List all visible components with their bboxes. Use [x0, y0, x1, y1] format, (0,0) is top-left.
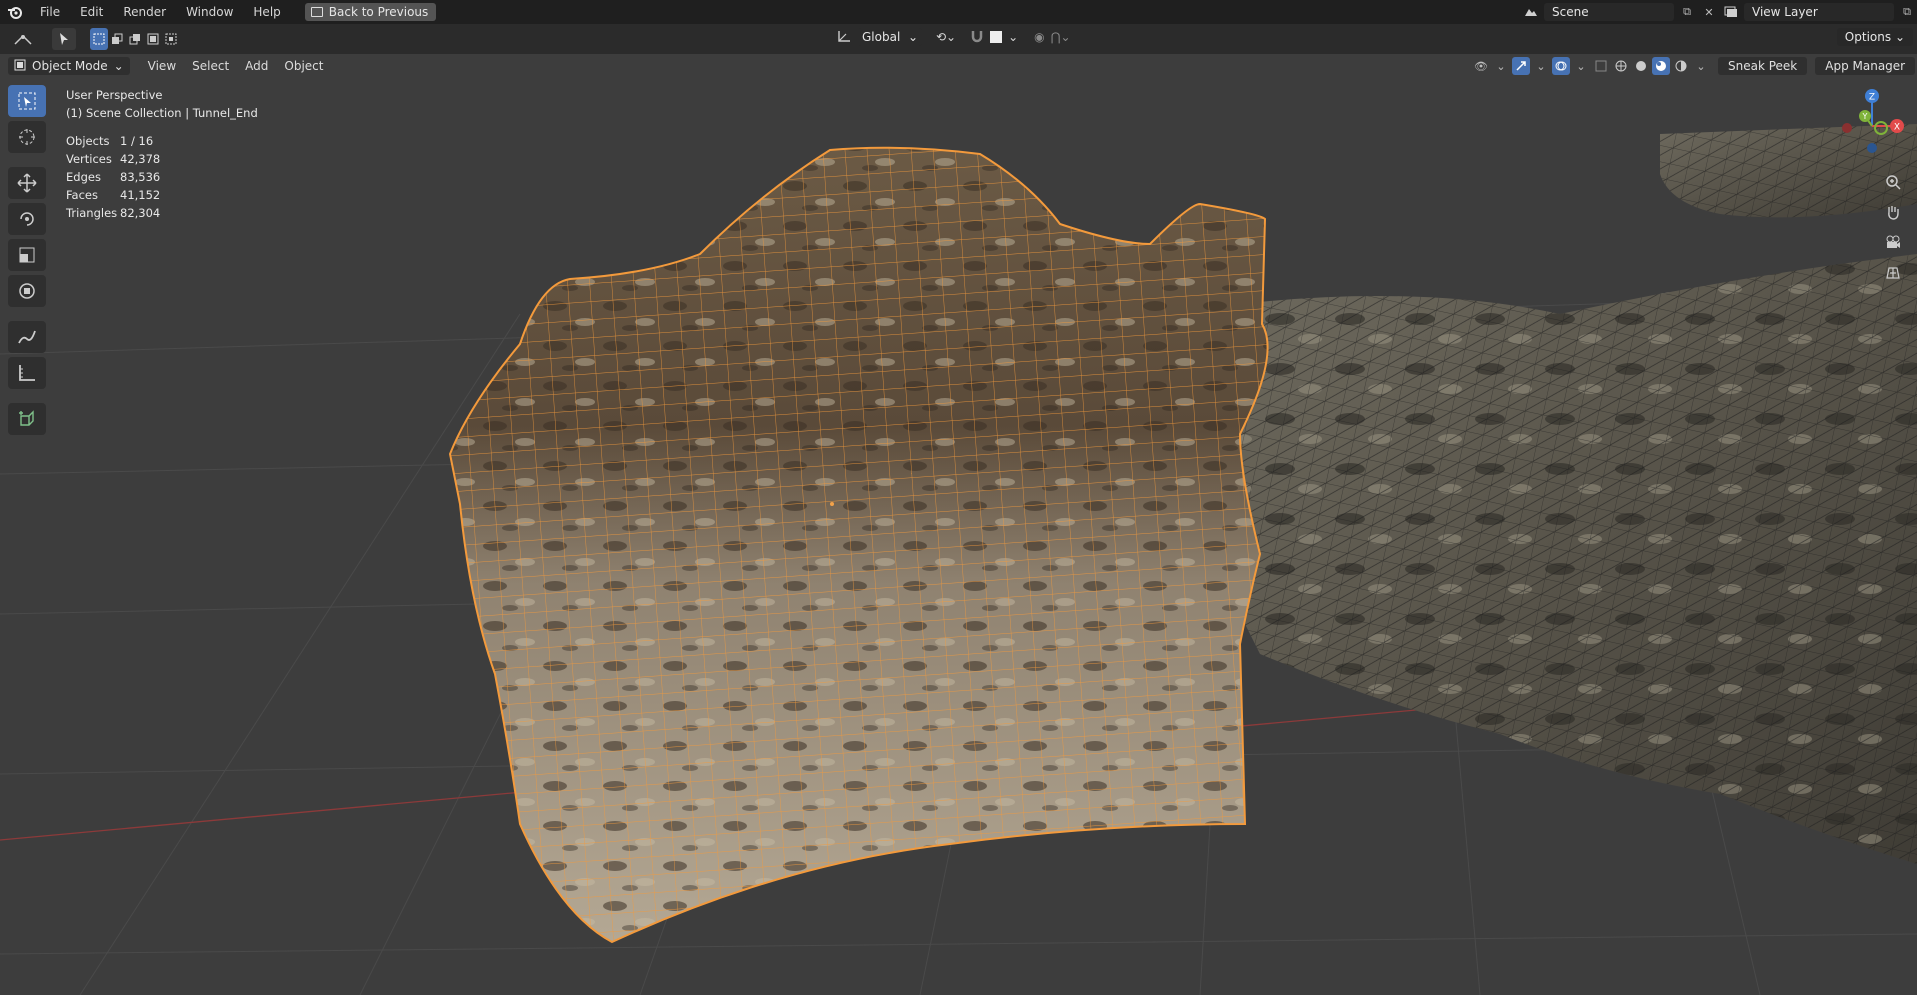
annotate-tool-icon[interactable]: [8, 321, 46, 353]
stat-label: Faces: [66, 188, 98, 202]
transform-tool-icon[interactable]: [8, 275, 46, 307]
add-cube-tool-icon[interactable]: [8, 403, 46, 435]
transform-orientation-group: Global ⌄ ⟲⌄ ⌄ ◉ ⋂⌄: [836, 28, 1071, 46]
cursor-tool-icon[interactable]: [8, 121, 46, 153]
stat-value: 42,378: [120, 152, 161, 166]
visibility-eye-icon[interactable]: 👁: [1472, 57, 1490, 75]
stat-label: Objects: [66, 134, 110, 148]
view-layer-field[interactable]: View Layer: [1744, 3, 1894, 21]
select-box-tool-icon[interactable]: [8, 85, 46, 117]
selected-object-tunnel-end: [448, 146, 1269, 944]
chevron-down-icon: ⌄: [113, 59, 124, 73]
select-mode-subtract-icon[interactable]: [126, 28, 144, 50]
solid-shading-icon[interactable]: [1632, 57, 1650, 75]
editor-type-icon[interactable]: [8, 28, 38, 50]
view-layer-icon[interactable]: [1722, 3, 1740, 21]
falloff-icon[interactable]: ⋂⌄: [1051, 30, 1071, 44]
collection-label: (1) Scene Collection | Tunnel_End: [66, 106, 258, 120]
navigation-gizmo[interactable]: Z X Y: [1837, 86, 1907, 156]
stat-label: Triangles: [66, 206, 118, 220]
zoom-icon[interactable]: [1881, 170, 1905, 194]
scene-name-field[interactable]: Scene: [1544, 3, 1674, 21]
transform-orientation-value: Global: [862, 30, 901, 44]
menu-select[interactable]: Select: [184, 59, 237, 73]
object-mode-icon: [14, 59, 26, 74]
pivot-point-icon[interactable]: ⟲⌄: [936, 30, 956, 44]
object-mode-label: Object Mode: [32, 59, 108, 73]
gizmo-toggle-icon[interactable]: [1512, 57, 1530, 75]
blender-logo-icon[interactable]: [0, 0, 30, 24]
overlays-toggle-icon[interactable]: [1552, 57, 1570, 75]
menu-render[interactable]: Render: [113, 0, 176, 24]
chevron-down-icon: ⌄: [907, 30, 918, 44]
sneak-peek-button[interactable]: Sneak Peek: [1718, 57, 1808, 75]
chevron-down-icon[interactable]: ⌄: [1532, 57, 1550, 75]
left-toolbar: [8, 85, 48, 435]
tool-settings-bar: Global ⌄ ⟲⌄ ⌄ ◉ ⋂⌄ Options ⌄: [0, 24, 1917, 54]
camera-view-icon[interactable]: [1881, 230, 1905, 254]
chevron-down-icon: ⌄: [1008, 30, 1019, 44]
menu-view[interactable]: View: [140, 59, 184, 73]
viewport-scene: [0, 124, 1917, 995]
stat-label: Edges: [66, 170, 101, 184]
delete-scene-icon[interactable]: ✕: [1700, 3, 1718, 21]
stat-value: 83,536: [120, 170, 161, 184]
menu-window[interactable]: Window: [176, 0, 243, 24]
proportional-editing-icon[interactable]: ◉: [1034, 30, 1044, 44]
gizmo-y-label: Y: [1862, 112, 1868, 121]
select-tool-icon[interactable]: [52, 28, 76, 50]
wireframe-shading-icon[interactable]: [1612, 57, 1630, 75]
perspective-label: User Perspective: [66, 88, 163, 102]
screen-icon: [310, 7, 323, 17]
scene-statistics: Objects 1 / 16 Vertices 42,378 Edges 83,…: [66, 132, 258, 222]
pan-hand-icon[interactable]: [1881, 200, 1905, 224]
select-mode-invert-icon[interactable]: [144, 28, 162, 50]
back-to-previous-button[interactable]: Back to Previous: [304, 3, 437, 21]
menu-help[interactable]: Help: [243, 0, 290, 24]
menu-file[interactable]: File: [30, 0, 70, 24]
options-dropdown[interactable]: Options ⌄: [1836, 28, 1913, 46]
stat-value: 1 / 16: [120, 134, 154, 148]
new-scene-icon[interactable]: ⧉: [1678, 3, 1696, 21]
material-preview-shading-icon[interactable]: [1652, 57, 1670, 75]
select-mode-extend-icon[interactable]: [108, 28, 126, 50]
menu-add[interactable]: Add: [237, 59, 276, 73]
stat-label: Vertices: [66, 152, 112, 166]
select-mode-intersect-icon[interactable]: [162, 28, 180, 50]
chevron-down-icon: ⌄: [1894, 30, 1905, 44]
move-tool-icon[interactable]: [8, 167, 46, 199]
transform-orientation-select[interactable]: Global ⌄: [858, 28, 922, 46]
rotate-tool-icon[interactable]: [8, 203, 46, 235]
menu-edit[interactable]: Edit: [70, 0, 113, 24]
chevron-down-icon[interactable]: ⌄: [1692, 57, 1710, 75]
gizmo-z-label: Z: [1869, 93, 1875, 103]
orientation-axis-icon: [836, 29, 852, 46]
menu-object[interactable]: Object: [276, 59, 331, 73]
scene-selector: Scene ⧉ ✕: [1522, 3, 1718, 21]
view-layer-selector: View Layer ⧉ ✕: [1722, 3, 1917, 21]
stat-value: 82,304: [120, 206, 161, 220]
gizmo-x-label: X: [1894, 123, 1900, 133]
chevron-down-icon[interactable]: ⌄: [1492, 57, 1510, 75]
new-view-layer-icon[interactable]: ⧉: [1898, 3, 1916, 21]
xray-toggle-icon[interactable]: [1592, 57, 1610, 75]
scale-tool-icon[interactable]: [8, 239, 46, 271]
select-mode-new-icon[interactable]: [90, 28, 108, 50]
options-label: Options: [1844, 30, 1892, 44]
stat-value: 41,152: [120, 188, 161, 202]
object-mode-select[interactable]: Object Mode ⌄: [8, 57, 130, 75]
perspective-toggle-icon[interactable]: [1881, 260, 1905, 284]
snap-magnet-icon[interactable]: [970, 29, 984, 46]
viewport-info-overlay: User Perspective (1) Scene Collection | …: [66, 86, 258, 222]
app-manager-button[interactable]: App Manager: [1815, 57, 1916, 75]
rendered-shading-icon[interactable]: [1672, 57, 1690, 75]
measure-tool-icon[interactable]: [8, 357, 46, 389]
snap-target-icon[interactable]: [990, 31, 1003, 43]
back-to-previous-label: Back to Previous: [328, 5, 429, 19]
viewport-shading-controls: 👁 ⌄ ⌄ ⌄ ⌄ Sneak Peek App Manager: [1472, 54, 1916, 78]
3d-viewport[interactable]: [0, 54, 1917, 995]
scene-icon[interactable]: [1522, 3, 1540, 21]
chevron-down-icon[interactable]: ⌄: [1572, 57, 1590, 75]
